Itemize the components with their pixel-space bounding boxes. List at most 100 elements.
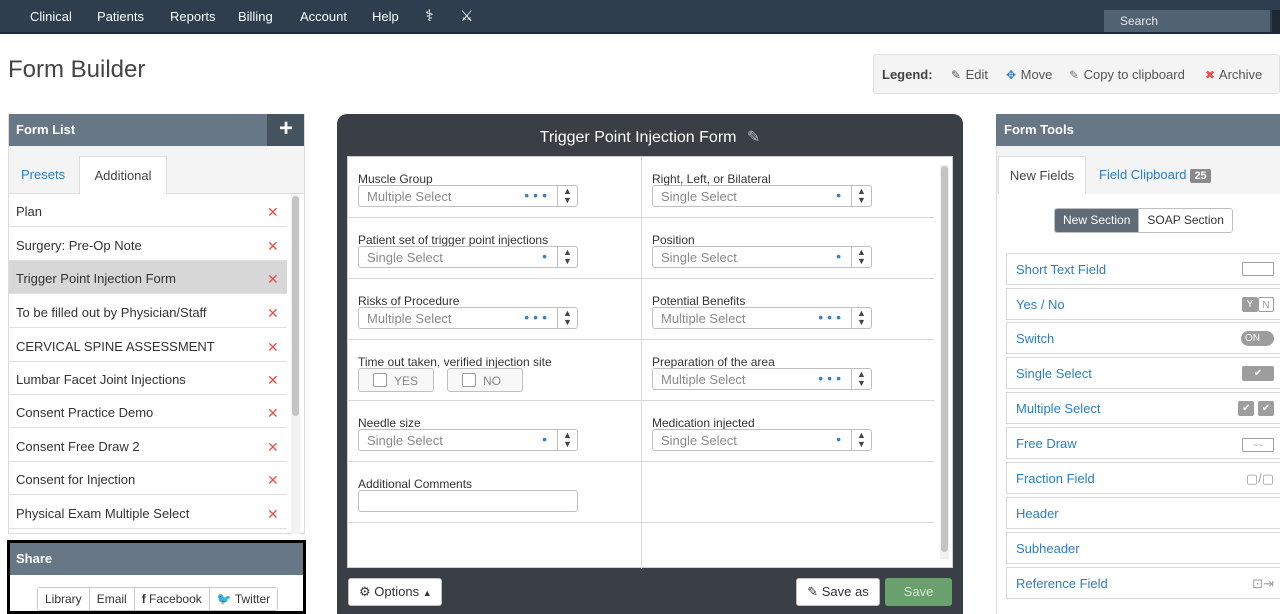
delete-icon[interactable]: ✕ xyxy=(267,506,279,523)
form-field[interactable]: Patient set of trigger point injections … xyxy=(348,218,641,279)
form-list-item-label: Surgery: Pre-Op Note xyxy=(16,238,142,253)
delete-icon[interactable]: ✕ xyxy=(267,204,279,221)
select-value: Single Select xyxy=(661,189,737,204)
share-facebook-button[interactable]: f Facebook xyxy=(134,588,210,610)
tab-additional[interactable]: Additional xyxy=(79,156,167,195)
tool-label: Short Text Field xyxy=(1016,262,1107,277)
tool-yes-no[interactable]: Yes / No Y N xyxy=(1006,288,1280,320)
delete-icon[interactable]: ✕ xyxy=(267,472,279,489)
additional-comments-input[interactable] xyxy=(358,490,578,512)
updown-icon: ▲ ▼ xyxy=(851,369,871,389)
form-list-item[interactable]: Plan ✕ xyxy=(9,194,287,227)
share-panel: Share Library Email f Facebook 🐦 Twitter xyxy=(7,540,306,614)
form-list-item[interactable]: To be filled out by Physician/Staff ✕ xyxy=(9,295,287,328)
multiple-select-input[interactable]: Multiple Select ••• ▲ ▼ xyxy=(358,185,578,207)
tool-label: Yes / No xyxy=(1016,297,1065,312)
caduceus-icon[interactable]: ⚕ xyxy=(425,0,434,34)
updown-icon: ▲ ▼ xyxy=(851,430,871,450)
form-field[interactable]: Medication injected Single Select • ▲ ▼ xyxy=(641,401,934,462)
tool-reference-field[interactable]: Reference Field ⊡⇥ xyxy=(1006,567,1280,599)
delete-icon[interactable]: ✕ xyxy=(267,405,279,422)
nav-help[interactable]: Help xyxy=(372,0,399,34)
multiple-select-input[interactable]: Multiple Select ••• ▲ ▼ xyxy=(652,307,872,329)
soap-section-button[interactable]: SOAP Section xyxy=(1138,209,1232,232)
single-select-input[interactable]: Single Select • ▲ ▼ xyxy=(652,429,872,451)
share-email-button[interactable]: Email xyxy=(89,588,135,610)
share-twitter-label: Twitter xyxy=(234,592,271,606)
search-input[interactable]: Search xyxy=(1104,10,1270,32)
save-button[interactable]: Save xyxy=(885,578,952,606)
nav-billing[interactable]: Billing xyxy=(238,0,273,34)
tab-field-clipboard[interactable]: Field Clipboard 25 xyxy=(1099,167,1211,183)
single-select-input[interactable]: Single Select • ▲ ▼ xyxy=(358,246,578,268)
single-select-input[interactable]: Single Select • ▲ ▼ xyxy=(358,429,578,451)
form-field[interactable]: Right, Left, or Bilateral Single Select •… xyxy=(641,157,934,218)
nav-clinical[interactable]: Clinical xyxy=(30,0,72,34)
delete-icon[interactable]: ✕ xyxy=(267,372,279,389)
form-field[interactable]: Additional Comments xyxy=(348,462,641,523)
form-list-item-label: Physical Exam Multiple Select xyxy=(16,506,190,521)
share-library-button[interactable]: Library xyxy=(38,588,90,610)
delete-icon[interactable]: ✕ xyxy=(267,238,279,255)
tool-header[interactable]: Header xyxy=(1006,497,1280,529)
search-edge xyxy=(1272,10,1280,32)
tool-fraction-field[interactable]: Fraction Field ▢/▢ xyxy=(1006,462,1280,494)
yes-checkbox[interactable]: YES xyxy=(358,368,434,392)
form-field[interactable]: Potential Benefits Multiple Select ••• ▲ ▼ xyxy=(641,279,934,340)
nav-reports[interactable]: Reports xyxy=(170,0,216,34)
form-list-item-selected[interactable]: Trigger Point Injection Form ✕ xyxy=(9,261,287,294)
single-select-input[interactable]: Single Select • ▲ ▼ xyxy=(652,185,872,207)
form-field[interactable]: Muscle Group Multiple Select ••• ▲ ▼ xyxy=(348,157,641,218)
form-list-item[interactable]: Lumbar Facet Joint Injections ✕ xyxy=(9,362,287,395)
save-as-button[interactable]: ✎ Save as xyxy=(796,578,880,606)
tool-short-text-field[interactable]: Short Text Field xyxy=(1006,253,1280,285)
options-button[interactable]: ⚙ Options ▲ xyxy=(348,578,442,606)
form-field[interactable]: Needle size Single Select • ▲ ▼ xyxy=(348,401,641,462)
tool-multiple-select[interactable]: Multiple Select ✔ ✔ xyxy=(1006,392,1280,424)
delete-icon[interactable]: ✕ xyxy=(267,271,279,288)
form-list-item[interactable]: Consent Free Draw 2 ✕ xyxy=(9,429,287,462)
form-list-item[interactable]: Consent Practice Demo ✕ xyxy=(9,395,287,428)
tool-single-select[interactable]: Single Select ✔ xyxy=(1006,357,1280,389)
tab-new-fields[interactable]: New Fields xyxy=(998,156,1086,195)
share-twitter-button[interactable]: 🐦 Twitter xyxy=(209,588,278,610)
form-field[interactable]: Position Single Select • ▲ ▼ xyxy=(641,218,934,279)
nav-account[interactable]: Account xyxy=(300,0,347,34)
form-list-scrollbar[interactable] xyxy=(291,194,300,534)
form-list-item[interactable]: Physical Exam Multiple Select ✕ xyxy=(9,496,287,529)
pencil-icon[interactable]: ✎ xyxy=(747,129,760,146)
delete-icon[interactable]: ✕ xyxy=(267,339,279,356)
form-list-item[interactable]: Consent for Injection ✕ xyxy=(9,462,287,495)
updown-icon: ▲ ▼ xyxy=(557,430,577,450)
tool-free-draw[interactable]: Free Draw ~~ xyxy=(1006,427,1280,459)
tab-presets[interactable]: Presets xyxy=(21,167,65,182)
form-scrollbar[interactable] xyxy=(940,165,949,559)
scrollbar-thumb[interactable] xyxy=(941,166,948,552)
legend-edit: ✎ Edit xyxy=(950,67,988,82)
nav-patients[interactable]: Patients xyxy=(97,0,144,34)
tool-switch[interactable]: Switch ON xyxy=(1006,322,1280,354)
new-section-button[interactable]: New Section xyxy=(1055,209,1139,232)
legend-title: Legend: xyxy=(882,67,933,82)
no-checkbox[interactable]: NO xyxy=(447,368,523,392)
form-field[interactable]: Preparation of the area Multiple Select •… xyxy=(641,340,934,401)
scrollbar-thumb[interactable] xyxy=(292,196,299,416)
tool-subheader[interactable]: Subheader xyxy=(1006,532,1280,564)
single-select-input[interactable]: Single Select • ▲ ▼ xyxy=(652,246,872,268)
switch-on-chip: ON xyxy=(1241,331,1274,346)
multiple-select-input[interactable]: Multiple Select ••• ▲ ▼ xyxy=(358,307,578,329)
form-list-item[interactable]: CERVICAL SPINE ASSESSMENT ✕ xyxy=(9,329,287,362)
form-list-item[interactable]: Surgery: Pre-Op Note ✕ xyxy=(9,228,287,261)
form-field[interactable]: Risks of Procedure Multiple Select ••• ▲ ▼ xyxy=(348,279,641,340)
delete-icon[interactable]: ✕ xyxy=(267,439,279,456)
delete-icon[interactable]: ✕ xyxy=(267,305,279,322)
form-field[interactable]: Time out taken, verified injection site … xyxy=(348,340,641,401)
tool-label: Switch xyxy=(1016,331,1055,346)
updown-icon: ▲ ▼ xyxy=(557,308,577,328)
tools-icon[interactable]: ⚔ xyxy=(460,0,473,34)
fraction-icon: ▢/▢ xyxy=(1245,471,1274,486)
select-value: Multiple Select xyxy=(367,311,452,326)
dot-icon: • xyxy=(836,187,845,203)
multiple-select-input[interactable]: Multiple Select ••• ▲ ▼ xyxy=(652,368,872,390)
form-list-item-label: Consent Practice Demo xyxy=(16,405,154,420)
